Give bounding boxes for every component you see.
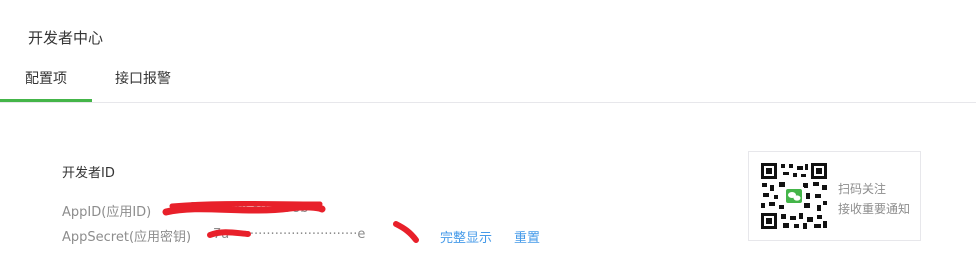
tab-config-label: 配置项 bbox=[25, 71, 67, 87]
appid-value: wx730···bbc39aa98b bbox=[172, 201, 309, 216]
page-title: 开发者中心 bbox=[28, 29, 104, 47]
developer-id-heading: 开发者ID bbox=[62, 166, 115, 181]
appid-label: AppID(应用ID) bbox=[62, 205, 152, 220]
tab-config[interactable]: 配置项 bbox=[0, 60, 92, 102]
secret-redaction-stroke-2 bbox=[393, 221, 419, 243]
appsecret-label: AppSecret(应用密钥) bbox=[62, 230, 192, 245]
tab-bar: 配置项 接口报警 bbox=[0, 60, 976, 103]
tab-alarm-label: 接口报警 bbox=[115, 71, 171, 87]
qr-code bbox=[759, 161, 829, 231]
qr-caption-follow: 扫码关注 bbox=[838, 182, 887, 196]
appsecret-value: 7a·······························e bbox=[213, 227, 366, 242]
show-full-secret-link[interactable]: 完整显示 bbox=[440, 227, 492, 246]
reset-secret-link[interactable]: 重置 bbox=[514, 227, 540, 246]
qr-follow-card: 扫码关注 接收重要通知 bbox=[748, 151, 921, 241]
tab-interface-alarm[interactable]: 接口报警 bbox=[96, 60, 190, 102]
qr-caption-notify: 接收重要通知 bbox=[838, 202, 911, 216]
